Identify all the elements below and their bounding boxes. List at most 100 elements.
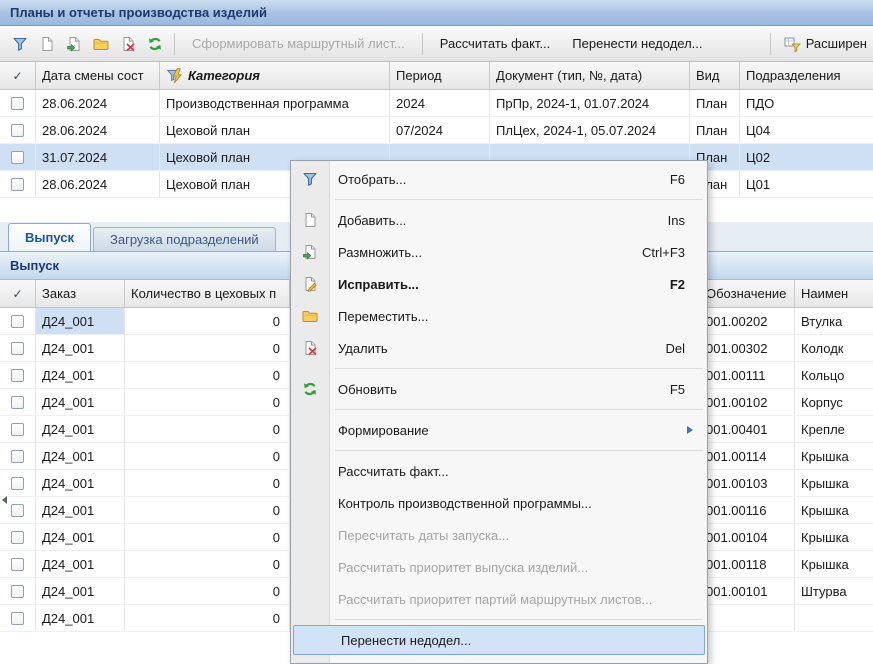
delete-button[interactable] <box>114 31 141 57</box>
cell-qty: 0 <box>125 524 290 550</box>
menu-item-formirovanie[interactable]: Формирование <box>291 414 707 446</box>
cell-qty: 0 <box>125 335 290 361</box>
header-kind[interactable]: Вид <box>690 62 740 89</box>
cell-name: Колодк <box>795 335 873 361</box>
header-date[interactable]: Дата смены сост <box>36 62 160 89</box>
menu-separator <box>291 195 707 204</box>
row-checkbox[interactable] <box>11 558 24 571</box>
cell-name: Кольцо <box>795 362 873 388</box>
cell-date: 31.07.2024 <box>36 144 160 170</box>
cell-designation: 001.00102 <box>700 389 795 415</box>
transfer-shortfall-button[interactable]: Перенести недодел... <box>561 31 713 57</box>
plans-row[interactable]: 28.06.2024 Цеховой план 07/2024 ПлЦех, 2… <box>0 117 873 144</box>
toolbar: Сформировать маршрутный лист... Рассчита… <box>0 26 873 62</box>
menu-item-udalit[interactable]: Удалить Del <box>291 332 707 364</box>
refresh-button[interactable] <box>141 31 168 57</box>
menu-item-peremestit[interactable]: Переместить... <box>291 300 707 332</box>
menu-item-razmnozhit[interactable]: Размножить... Ctrl+F3 <box>291 236 707 268</box>
cell-qty: 0 <box>125 362 290 388</box>
header-order[interactable]: Заказ <box>36 280 125 307</box>
row-checkbox[interactable] <box>11 504 24 517</box>
section-title: Выпуск <box>10 258 59 273</box>
menu-item-shortcut: Del <box>665 341 699 356</box>
header-check[interactable]: ✓ <box>0 280 36 307</box>
menu-item-perenesti-nedodel[interactable]: Перенести недодел... <box>293 625 705 655</box>
row-checkbox[interactable] <box>11 151 24 164</box>
row-checkbox[interactable] <box>11 450 24 463</box>
header-qty[interactable]: Количество в цеховых п <box>125 280 290 307</box>
cell-order: Д24_001 <box>36 308 125 334</box>
panel-collapse-button[interactable] <box>0 486 9 514</box>
cell-kind: План <box>690 90 740 116</box>
cell-designation: 001.00202 <box>700 308 795 334</box>
tab-zagruzka-podrazdeleniy[interactable]: Загрузка подразделений <box>93 227 276 251</box>
cell-date: 28.06.2024 <box>36 117 160 143</box>
menu-item-label: Отобрать... <box>329 172 406 187</box>
row-checkbox[interactable] <box>11 477 24 490</box>
menu-item-kontrol-programmy[interactable]: Контроль производственной программы... <box>291 487 707 519</box>
row-checkbox[interactable] <box>11 369 24 382</box>
row-checkbox[interactable] <box>11 531 24 544</box>
menu-item-ispravit[interactable]: Исправить... F2 <box>291 268 707 300</box>
cell-name: Крышка <box>795 443 873 469</box>
add-button[interactable] <box>33 31 60 57</box>
advanced-button-label: Расширен <box>806 36 867 51</box>
menu-item-obnovit[interactable]: Обновить F5 <box>291 373 707 405</box>
header-category[interactable]: Категория <box>160 62 390 89</box>
menu-item-label: Добавить... <box>329 213 406 228</box>
menu-item-rasschitat-fakt[interactable]: Рассчитать факт... <box>291 455 707 487</box>
cell-division: Ц02 <box>740 144 873 170</box>
cell-check <box>0 551 36 577</box>
cell-qty: 0 <box>125 605 290 631</box>
menu-item-shortcut: F2 <box>670 277 699 292</box>
cell-order: Д24_001 <box>36 578 125 604</box>
row-checkbox[interactable] <box>11 97 24 110</box>
menu-item-otobrat[interactable]: Отобрать... F6 <box>291 163 707 195</box>
cell-designation: 001.00101 <box>700 578 795 604</box>
toolbar-separator <box>770 33 771 55</box>
cell-name: Крышка <box>795 524 873 550</box>
row-checkbox[interactable] <box>11 315 24 328</box>
row-checkbox[interactable] <box>11 396 24 409</box>
copy-document-icon <box>65 35 83 53</box>
folder-icon <box>92 35 110 53</box>
menu-separator <box>291 364 707 373</box>
cell-name <box>795 605 873 631</box>
menu-item-dobavit[interactable]: Добавить... Ins <box>291 204 707 236</box>
menu-item-label: Контроль производственной программы... <box>329 496 592 511</box>
cell-period: 07/2024 <box>390 117 490 143</box>
filter-button[interactable] <box>6 31 33 57</box>
move-button[interactable] <box>87 31 114 57</box>
cell-designation: 001.00103 <box>700 470 795 496</box>
row-checkbox[interactable] <box>11 423 24 436</box>
cell-category: Цеховой план <box>160 117 390 143</box>
plans-row[interactable]: 28.06.2024 Производственная программа 20… <box>0 90 873 117</box>
tab-vypusk[interactable]: Выпуск <box>8 223 91 251</box>
duplicate-button[interactable] <box>60 31 87 57</box>
menu-separator <box>291 405 707 414</box>
menu-separator <box>291 446 707 455</box>
header-check[interactable]: ✓ <box>0 62 36 89</box>
cell-qty: 0 <box>125 308 290 334</box>
advanced-button[interactable]: Расширен <box>777 31 871 57</box>
header-period[interactable]: Период <box>390 62 490 89</box>
cell-division: ПДО <box>740 90 873 116</box>
header-designation[interactable]: Обозначение <box>700 280 795 307</box>
cell-order: Д24_001 <box>36 389 125 415</box>
cell-designation: 001.00302 <box>700 335 795 361</box>
row-checkbox[interactable] <box>11 612 24 625</box>
cell-check <box>0 335 36 361</box>
row-checkbox[interactable] <box>11 342 24 355</box>
row-checkbox[interactable] <box>11 585 24 598</box>
header-document[interactable]: Документ (тип, №, дата) <box>490 62 690 89</box>
menu-item-label: Перенести недодел... <box>332 633 471 648</box>
cell-check <box>0 362 36 388</box>
row-checkbox[interactable] <box>11 124 24 137</box>
cell-designation: 001.00116 <box>700 497 795 523</box>
calc-fact-button[interactable]: Рассчитать факт... <box>429 31 562 57</box>
header-name[interactable]: Наимен <box>795 280 873 307</box>
header-division[interactable]: Подразделения <box>740 62 873 89</box>
row-checkbox[interactable] <box>11 178 24 191</box>
check-mark-icon: ✓ <box>12 287 22 301</box>
cell-category: Производственная программа <box>160 90 390 116</box>
